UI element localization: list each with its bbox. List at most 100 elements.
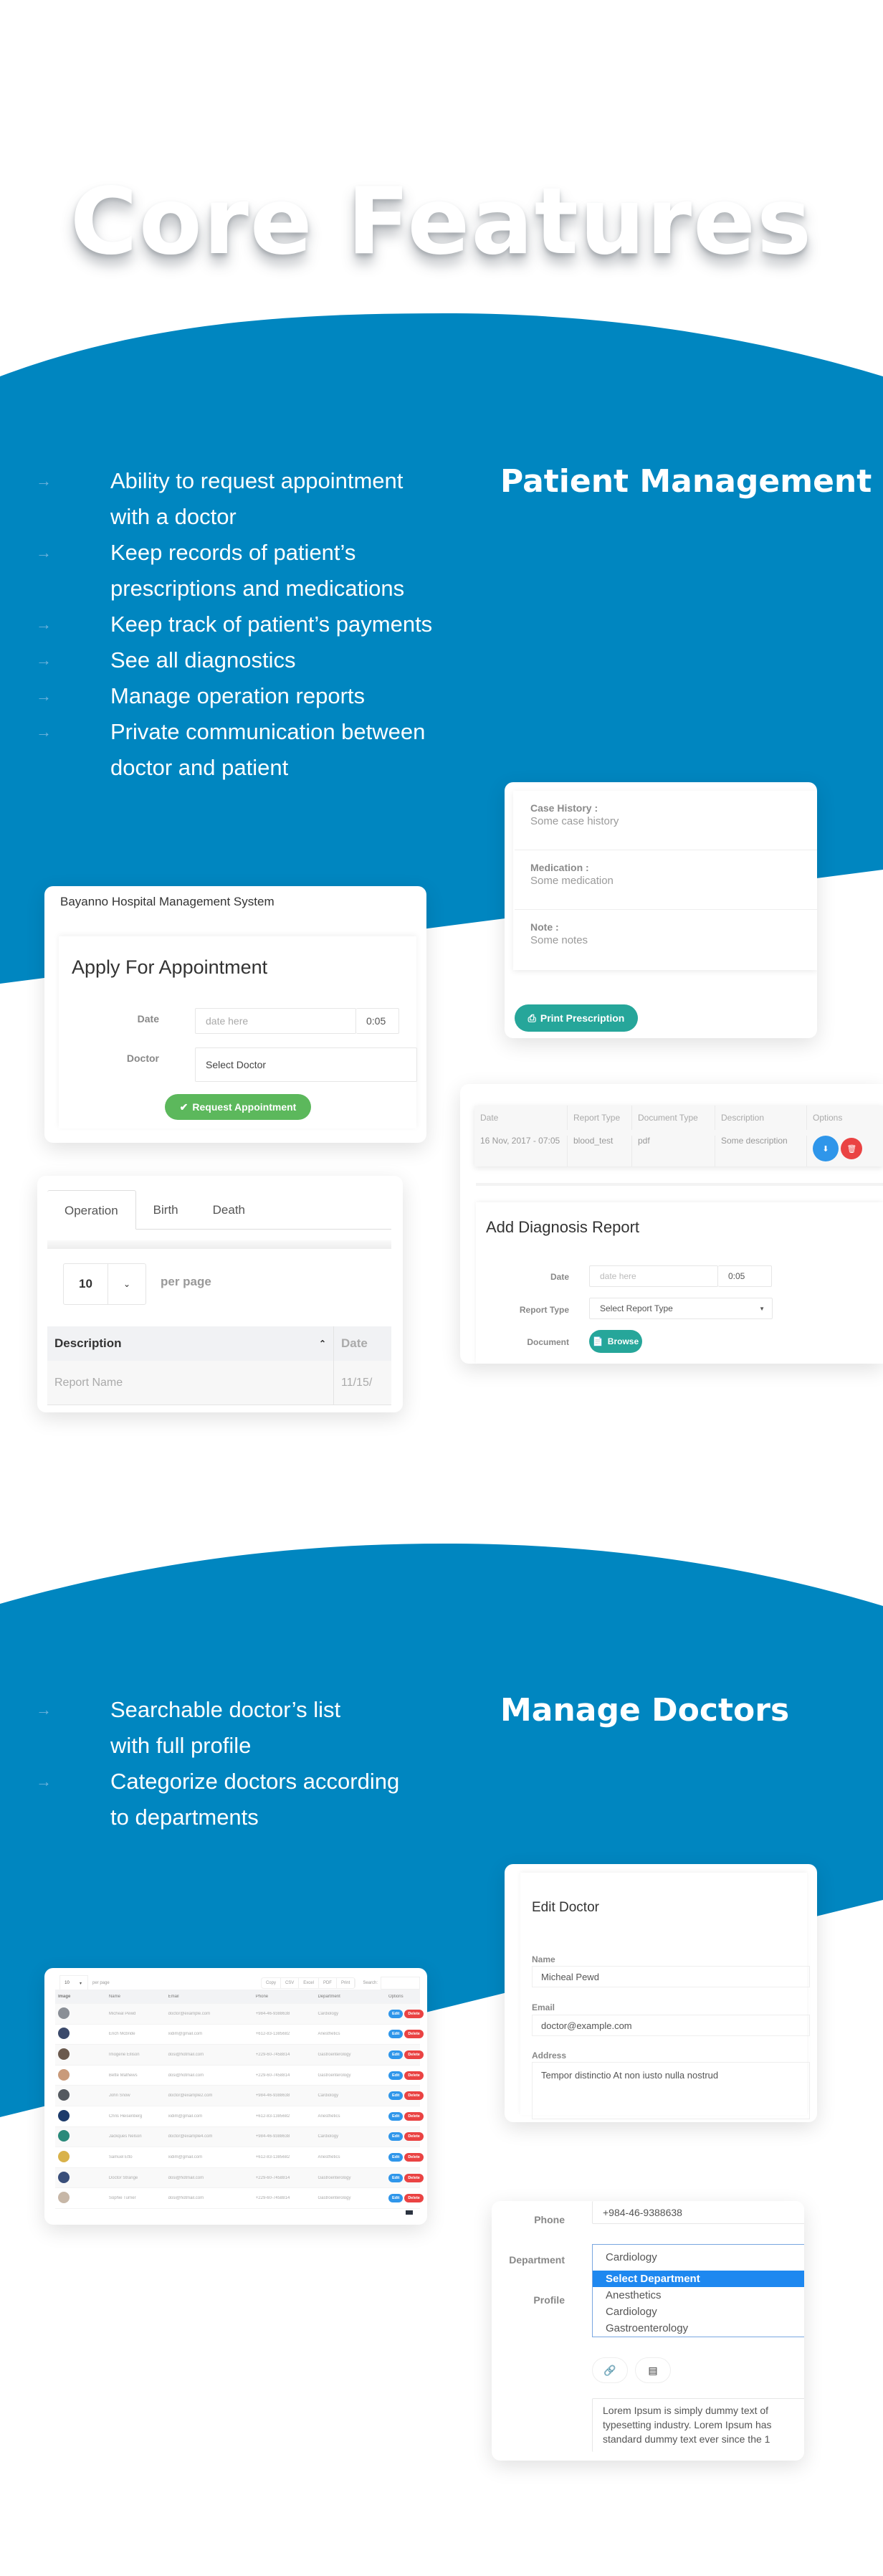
request-appointment-button[interactable]: ✔ Request Appointment — [165, 1094, 311, 1120]
department-cell: Gastroenterology — [318, 2073, 351, 2078]
department-option[interactable]: Cardiology — [593, 2304, 804, 2320]
edit-button[interactable]: Edit — [388, 2050, 404, 2059]
export-excel-button[interactable]: Excel — [299, 1978, 319, 1988]
report-type-cell: blood_test — [568, 1136, 632, 1166]
address-textarea[interactable]: Tempor distinctio At non iusto nulla nos… — [532, 2062, 810, 2119]
per-page-select[interactable]: 10 ▾ — [59, 1975, 88, 1991]
doctor-profile-card: Phone +984-46-9388638 Department Cardiol… — [492, 2201, 804, 2461]
options-cell: Edit Delete — [386, 2030, 427, 2039]
delete-button[interactable]: Delete — [404, 2030, 424, 2039]
table-row: Erich Mcbride xidim@gmail.com +612-83-1385… — [55, 2025, 424, 2045]
per-page-value: 10 — [65, 1981, 70, 1985]
table-row: John Snow doctor@example2.com +984-46-9388… — [55, 2086, 424, 2106]
column-header-options[interactable]: Options — [386, 1995, 427, 1999]
reports-table: Description ⌃ Date Report Name 11/15/ — [47, 1326, 391, 1405]
options-cell: Edit Delete — [386, 2050, 427, 2059]
column-header-label: Description — [54, 1336, 122, 1350]
arrow-right-icon: → — [36, 472, 52, 490]
column-header-image[interactable]: Image — [55, 1995, 106, 1999]
edit-button[interactable]: Edit — [388, 2111, 404, 2121]
avatar-cell — [55, 2089, 106, 2102]
delete-button[interactable]: Delete — [404, 2194, 424, 2203]
delete-button[interactable]: Delete — [404, 2071, 424, 2080]
department-option[interactable]: Gastroenterology — [593, 2320, 804, 2337]
delete-button[interactable]: Delete — [404, 2009, 424, 2018]
profile-editor[interactable]: Lorem Ipsum is simply dummy text of type… — [592, 2398, 804, 2452]
browse-button[interactable]: 📄 Browse — [589, 1330, 642, 1353]
column-header-department[interactable]: Department — [315, 1995, 386, 1999]
document-label: Document — [527, 1337, 569, 1347]
column-header-name[interactable]: Name — [106, 1995, 166, 1999]
export-print-button[interactable]: Print — [337, 1978, 355, 1988]
edit-button[interactable]: Edit — [388, 2009, 404, 2018]
name-cell: Sophie Turner — [108, 2196, 136, 2201]
name-input[interactable]: Micheal Pewd — [532, 1966, 810, 1987]
department-option[interactable]: Select Department — [593, 2271, 804, 2287]
edit-button[interactable]: Edit — [388, 2071, 404, 2080]
date-input[interactable]: date here — [195, 1008, 356, 1034]
edit-button[interactable]: Edit — [388, 2173, 404, 2182]
avatar — [58, 2007, 70, 2019]
phone-input[interactable]: +984-46-9388638 — [592, 2201, 804, 2224]
delete-button[interactable]: Delete — [404, 2091, 424, 2101]
search-input[interactable] — [381, 1977, 420, 1990]
delete-button[interactable]: Delete — [404, 2173, 424, 2182]
column-header-description[interactable]: Description ⌃ — [47, 1326, 334, 1361]
phone-cell: +984-46-9388638 — [255, 2093, 290, 2099]
report-type-select[interactable]: Select Report Type ▼ — [589, 1298, 773, 1319]
department-select[interactable]: Cardiology Select Department Anesthetics C… — [592, 2244, 804, 2337]
export-csv-button[interactable]: CSV — [281, 1978, 300, 1988]
arrow-right-icon: → — [36, 615, 52, 633]
column-header-date[interactable]: Date — [334, 1336, 368, 1351]
delete-button[interactable]: 🗑 — [841, 1138, 863, 1159]
table-button[interactable]: ▤ — [635, 2357, 671, 2383]
export-pdf-button[interactable]: PDF — [319, 1978, 337, 1988]
edit-button[interactable]: Edit — [388, 2132, 404, 2142]
feature-text: Manage operation reports — [79, 678, 365, 714]
date-input[interactable]: date here — [589, 1265, 718, 1287]
delete-button[interactable]: Delete — [404, 2152, 424, 2162]
time-input[interactable]: 0:05 — [356, 1008, 399, 1034]
link-button[interactable]: 🔗 — [592, 2357, 628, 2383]
tab-death[interactable]: Death — [196, 1190, 262, 1229]
column-header-email[interactable]: Email — [166, 1995, 253, 1999]
delete-button[interactable]: Delete — [404, 2111, 424, 2121]
email-cell: doctor@example2.com — [168, 2093, 213, 2099]
per-page-label: per page — [92, 1981, 110, 1985]
feature-line: doctor and patient — [110, 755, 289, 780]
divider — [47, 1240, 391, 1249]
phone-cell: +229-60-7458814 — [255, 2175, 290, 2180]
column-header-phone[interactable]: Phone — [253, 1995, 315, 1999]
pagination-current[interactable] — [406, 2210, 413, 2215]
print-prescription-button[interactable]: ⎙ Print Prescription — [515, 1004, 638, 1032]
per-page-select[interactable]: 10 ⌄ — [63, 1263, 146, 1305]
tab-birth[interactable]: Birth — [136, 1190, 196, 1229]
edit-button[interactable]: Edit — [388, 2091, 404, 2101]
diagnosis-date-cell: 16 Nov, 2017 - 07:05 — [474, 1136, 568, 1166]
edit-button[interactable]: Edit — [388, 2194, 404, 2203]
feature-item: → Ability to request appointment with a do… — [0, 463, 444, 535]
document-type-cell: pdf — [632, 1136, 715, 1166]
department-option[interactable]: Anesthetics — [593, 2287, 804, 2304]
export-copy-button[interactable]: Copy — [262, 1978, 281, 1988]
avatar — [58, 2150, 70, 2162]
arrow-right-icon: → — [36, 723, 52, 741]
email-input[interactable]: doctor@example.com — [532, 2015, 810, 2036]
column-header: Document Type — [632, 1106, 715, 1130]
edit-doctor-title: Edit Doctor — [532, 1900, 599, 1915]
email-cell: dosi@hotmail.com — [168, 2073, 204, 2078]
feature-text: Ability to request appointment with a doc… — [79, 463, 403, 535]
department-cell: Cardiology — [318, 2093, 339, 2099]
feature-item: → Private communication between doctor and… — [0, 714, 444, 786]
doctors-feature-list: → Searchable doctor’s list with full profi… — [0, 1692, 444, 1835]
delete-button[interactable]: Delete — [404, 2132, 424, 2142]
report-tabs: Operation Birth Death — [47, 1190, 391, 1230]
download-button[interactable]: ⬇ — [813, 1136, 839, 1161]
tab-operation[interactable]: Operation — [47, 1190, 136, 1230]
add-diagnosis-title: Add Diagnosis Report — [486, 1218, 640, 1236]
edit-button[interactable]: Edit — [388, 2152, 404, 2162]
edit-button[interactable]: Edit — [388, 2030, 404, 2039]
time-input[interactable]: 0:05 — [718, 1265, 772, 1287]
doctor-select[interactable]: Select Doctor — [195, 1047, 417, 1082]
delete-button[interactable]: Delete — [404, 2050, 424, 2059]
